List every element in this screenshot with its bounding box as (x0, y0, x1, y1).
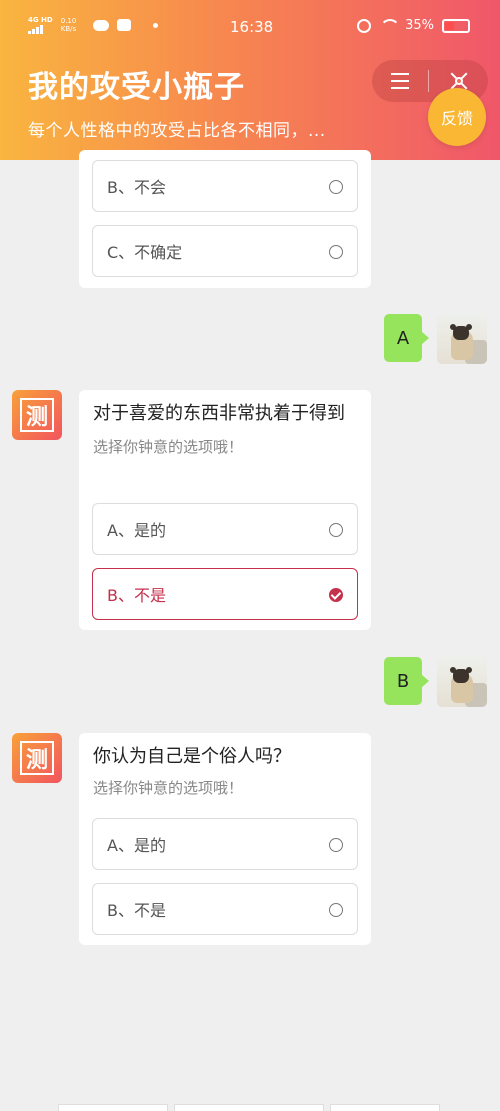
option-b[interactable]: B、不是 (92, 568, 358, 620)
question-card: 你认为自己是个俗人吗？ 选择你钟意的选项哦！ A、是的 B、不是 (79, 733, 371, 945)
tab-edge[interactable] (58, 1104, 168, 1111)
wifi-icon (379, 19, 401, 32)
test-icon: 测 (20, 741, 54, 775)
menu-button[interactable] (372, 60, 428, 102)
option-label: A、是的 (107, 521, 166, 540)
option-a[interactable]: A、是的 (92, 503, 358, 555)
question-text: 你认为自己是个俗人吗？ (93, 746, 291, 767)
feedback-button[interactable]: 反馈 (428, 88, 486, 146)
option-b[interactable]: B、不会 (92, 160, 358, 212)
radio-icon (329, 523, 343, 537)
option-c[interactable]: C、不确定 (92, 225, 358, 277)
option-label: B、不是 (107, 586, 166, 605)
radio-icon (329, 838, 343, 852)
question-card: 对于喜爱的东西非常执着于得到 选择你钟意的选项哦！ A、是的 B、不是 (79, 390, 371, 630)
battery-percent: 35% (405, 18, 434, 33)
user-answer-bubble: B (384, 657, 429, 705)
question-hint: 选择你钟意的选项哦！ (93, 779, 244, 797)
option-label: C、不确定 (107, 243, 183, 262)
page-subtitle: 每个人性格中的攻受占比各不相同，... (28, 121, 326, 141)
network-type: 4G HD (28, 16, 53, 24)
status-bar: 4G HD 0.10 KB/s 16:38 35% (0, 14, 500, 44)
bot-avatar: 测 (12, 733, 62, 783)
network-speed: 0.10 KB/s (60, 17, 77, 33)
radio-icon (329, 180, 343, 194)
tab-edge[interactable] (330, 1104, 440, 1111)
bottom-tab-edges (0, 1104, 500, 1111)
option-label: B、不会 (107, 178, 166, 197)
bag-icon (116, 19, 131, 31)
option-label: A、是的 (107, 836, 166, 855)
question-hint: 选择你钟意的选项哦！ (93, 438, 244, 456)
cloud-icon (92, 19, 109, 31)
question-text: 对于喜爱的东西非常执着于得到 (93, 403, 345, 424)
user-avatar (437, 314, 487, 364)
tab-edge[interactable] (174, 1104, 324, 1111)
user-avatar (437, 657, 487, 707)
user-answer-bubble: A (384, 314, 429, 362)
question-card: B、不会 C、不确定 (79, 150, 371, 288)
app-header: 4G HD 0.10 KB/s 16:38 35% 我的攻受小瓶子 每个人性格中… (0, 0, 500, 160)
option-b[interactable]: B、不是 (92, 883, 358, 935)
clock: 16:38 (230, 18, 274, 36)
radio-icon (329, 245, 343, 259)
radio-icon (329, 903, 343, 917)
battery-icon (442, 18, 470, 33)
signal-icon: 4G HD (28, 16, 53, 34)
page-title: 我的攻受小瓶子 (28, 70, 245, 105)
test-icon: 测 (20, 398, 54, 432)
menu-icon (391, 73, 409, 89)
option-label: B、不是 (107, 901, 166, 920)
notification-dot-icon (152, 22, 158, 28)
option-a[interactable]: A、是的 (92, 818, 358, 870)
alarm-icon (357, 18, 372, 33)
checked-radio-icon (329, 588, 343, 602)
bot-avatar: 测 (12, 390, 62, 440)
